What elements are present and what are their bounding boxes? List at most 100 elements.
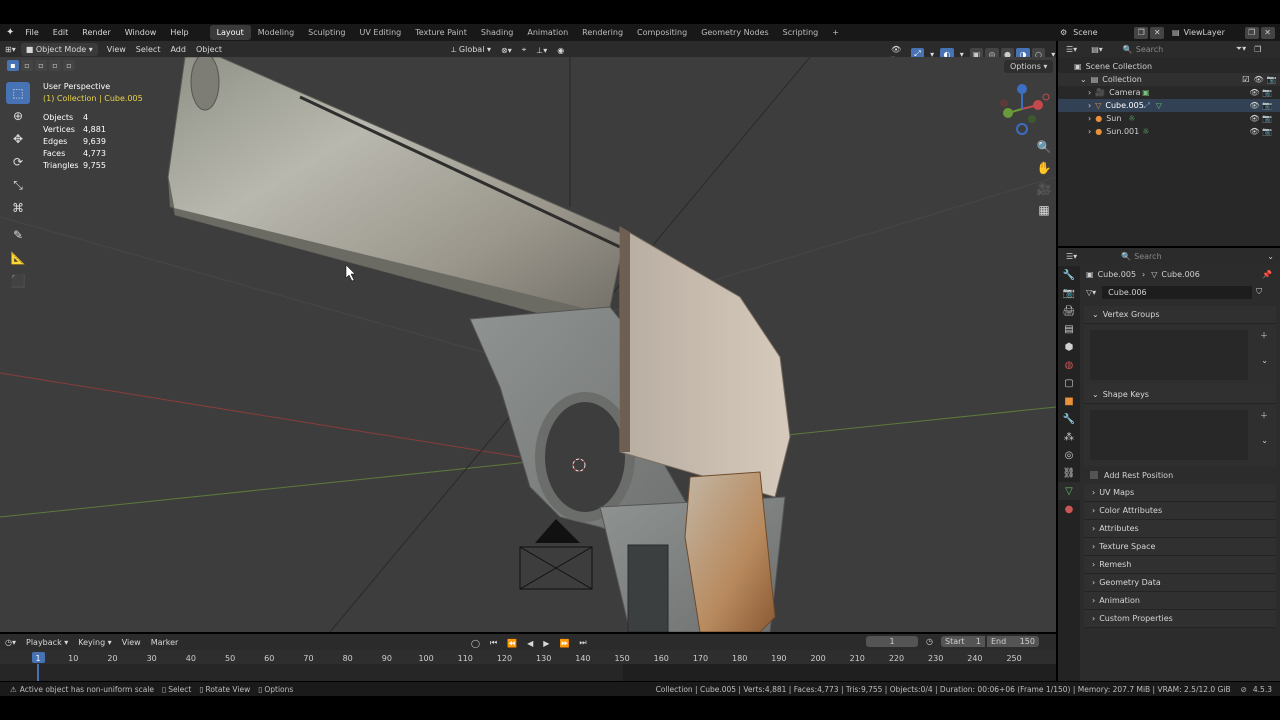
menu-help[interactable]: Help	[163, 28, 195, 37]
auto-keying-icon[interactable]: ◯	[466, 637, 485, 650]
select-new-icon[interactable]: ▪	[7, 60, 19, 71]
uv-maps-panel[interactable]: › UV Maps	[1084, 484, 1276, 502]
render-tab-icon[interactable]: 📷	[1058, 284, 1080, 302]
3d-viewport[interactable]: ▪ ▫ ▫ ▫ ▫ User Perspective (1) Collectio…	[0, 57, 1056, 632]
zoom-icon[interactable]: 🔍	[1032, 137, 1056, 157]
collection-expand-icon[interactable]: ⌄	[1080, 73, 1087, 86]
light-data-icon[interactable]: ☼	[1128, 112, 1135, 125]
add-cube-tool-icon[interactable]: ⬛	[6, 270, 30, 292]
scene-name-field[interactable]: Scene	[1073, 28, 1133, 37]
delete-view-layer-icon[interactable]: ✕	[1260, 26, 1275, 39]
render-icon[interactable]: 📷	[1262, 114, 1272, 123]
mesh-data-dropdown-icon[interactable]: ▽▾	[1086, 288, 1096, 297]
geometry-data-panel[interactable]: › Geometry Data	[1084, 574, 1276, 592]
jump-end-icon[interactable]: ⏭	[574, 636, 591, 650]
tab-layout[interactable]: Layout	[209, 25, 251, 40]
remesh-panel[interactable]: › Remesh	[1084, 556, 1276, 574]
tab-uv-editing[interactable]: UV Editing	[353, 25, 409, 40]
mesh-data-selector[interactable]: ▽▾ Cube.006 ⛉	[1058, 284, 1280, 300]
tab-geometry-nodes[interactable]: Geometry Nodes	[694, 25, 775, 40]
clock-icon[interactable]: ◷	[926, 637, 933, 646]
world-tab-icon[interactable]: ◍	[1058, 356, 1080, 374]
outliner-filter-icon[interactable]: ⏷▾	[1236, 44, 1246, 54]
timeline-area[interactable]: 1 10 20 30 40 50 60 70 80 90 100 110 120 130 140 150 160…	[0, 650, 1056, 681]
output-tab-icon[interactable]: 🖨	[1058, 302, 1080, 320]
object-tab-icon[interactable]: ■	[1058, 392, 1080, 410]
outliner-item-camera[interactable]: › 🎥 Camera ▣ 👁 📷	[1074, 86, 1280, 99]
jump-start-icon[interactable]: ⏮	[485, 636, 502, 650]
end-frame-field[interactable]: End 150	[986, 636, 1039, 647]
collection-checkbox[interactable]: ☑	[1242, 73, 1249, 86]
menu-window[interactable]: Window	[118, 28, 164, 37]
snap-icon[interactable]: ⌖	[517, 43, 532, 57]
render-icon[interactable]: 📷	[1262, 127, 1272, 136]
light-data-icon[interactable]: ☼	[1142, 125, 1149, 138]
start-frame-field[interactable]: Start 1	[940, 636, 985, 647]
vertex-groups-panel-header[interactable]: ⌄ Vertex Groups	[1084, 306, 1276, 324]
move-tool-icon[interactable]: ✥	[6, 128, 30, 150]
custom-properties-panel[interactable]: › Custom Properties	[1084, 610, 1276, 628]
jump-keyframe-back-icon[interactable]: ⏪	[502, 637, 522, 650]
outliner-collection-row[interactable]: ⌄ ▤ Collection ☑ 👁 📷	[1058, 73, 1280, 86]
select-intersect-icon[interactable]: ▫	[63, 60, 75, 71]
outliner-item-cube[interactable]: › ▽ Cube.005 ⤢ ▽ 👁 📷	[1058, 99, 1280, 112]
menu-object[interactable]: Object	[191, 43, 227, 56]
collection-render-icon[interactable]: 📷	[1267, 73, 1277, 86]
shape-key-menu-icon[interactable]: ⌄	[1261, 436, 1268, 445]
outliner-editor-icon[interactable]: ☰▾	[1066, 45, 1077, 54]
outliner-item-sun[interactable]: › ● Sun ☼ 👁 📷	[1074, 112, 1280, 125]
measure-tool-icon[interactable]: 📐	[6, 247, 30, 269]
material-tab-icon[interactable]: ●	[1058, 500, 1080, 518]
tab-animation[interactable]: Animation	[520, 25, 575, 40]
menu-select[interactable]: Select	[131, 43, 166, 56]
properties-search-input[interactable]: Search	[1134, 252, 1204, 261]
properties-options-icon[interactable]: ⌄	[1267, 252, 1274, 261]
collection-tab-icon[interactable]: ▢	[1058, 374, 1080, 392]
scene-icon[interactable]: ⚙	[1060, 28, 1067, 37]
tab-scripting[interactable]: Scripting	[776, 25, 826, 40]
view-layer-name-field[interactable]: ViewLayer	[1184, 28, 1244, 37]
snap-target-icon[interactable]: ⊥▾	[531, 44, 552, 57]
tool-tab-icon[interactable]: 🔧	[1058, 266, 1080, 284]
pan-hand-icon[interactable]: ✋	[1032, 158, 1056, 178]
editor-type-icon[interactable]: ⊞▾	[0, 43, 21, 56]
jump-keyframe-forward-icon[interactable]: ⏩	[554, 637, 574, 650]
blender-logo-icon[interactable]: ✦	[0, 27, 18, 38]
camera-view-icon[interactable]: 🎥	[1032, 179, 1056, 199]
timeline-ruler[interactable]: 1 10 20 30 40 50 60 70 80 90 100 110 120 130 140 150 160…	[0, 650, 1056, 681]
texture-space-panel[interactable]: › Texture Space	[1084, 538, 1276, 556]
add-rest-position-checkbox[interactable]	[1090, 471, 1098, 479]
properties-editor-icon[interactable]: ☰▾	[1066, 252, 1077, 261]
visibility-icon[interactable]: 👁	[1249, 101, 1259, 110]
select-box-icon[interactable]: ⬚	[6, 82, 30, 104]
attributes-panel[interactable]: › Attributes	[1084, 520, 1276, 538]
pin-icon[interactable]: 📌	[1262, 270, 1272, 279]
menu-marker[interactable]: Marker	[146, 636, 184, 649]
shape-keys-list[interactable]: ＋ ⌄	[1084, 404, 1276, 466]
rotate-tool-icon[interactable]: ⟳	[6, 151, 30, 173]
menu-timeline-view[interactable]: View	[117, 636, 146, 649]
constraints-tab-icon[interactable]: ⛓	[1058, 464, 1080, 482]
delete-scene-icon[interactable]: ✕	[1150, 26, 1165, 39]
navigation-gizmo[interactable]	[998, 79, 1050, 137]
data-tab-icon[interactable]: ▽	[1058, 482, 1080, 500]
cursor-tool-icon[interactable]: ⊕	[6, 105, 30, 127]
vertex-groups-list[interactable]: ＋ ⌄	[1084, 324, 1276, 386]
new-view-layer-icon[interactable]: ❐	[1244, 26, 1259, 39]
outliner-search-input[interactable]: Search	[1136, 45, 1206, 54]
view-layer-tab-icon[interactable]: ▤	[1058, 320, 1080, 338]
outliner-display-mode-icon[interactable]: ▤▾	[1091, 45, 1103, 54]
collection-visibility-icon[interactable]: 👁	[1253, 73, 1263, 86]
fake-user-icon[interactable]: ⛉	[1256, 287, 1262, 297]
add-workspace-button[interactable]: +	[825, 25, 846, 40]
shape-keys-panel-header[interactable]: ⌄ Shape Keys	[1084, 386, 1276, 404]
add-shape-key-icon[interactable]: ＋	[1260, 410, 1268, 421]
scale-tool-icon[interactable]: ⤡	[6, 174, 30, 196]
tab-rendering[interactable]: Rendering	[575, 25, 630, 40]
mesh-data-icon[interactable]: ▽	[1156, 99, 1162, 112]
add-vertex-group-icon[interactable]: ＋	[1260, 330, 1268, 341]
render-icon[interactable]: 📷	[1262, 88, 1272, 97]
outliner-scene-collection[interactable]: ▣ Scene Collection	[1074, 60, 1280, 73]
view-layer-icon[interactable]: ▤	[1172, 28, 1180, 37]
perspective-toggle-icon[interactable]: ▦	[1032, 200, 1056, 220]
